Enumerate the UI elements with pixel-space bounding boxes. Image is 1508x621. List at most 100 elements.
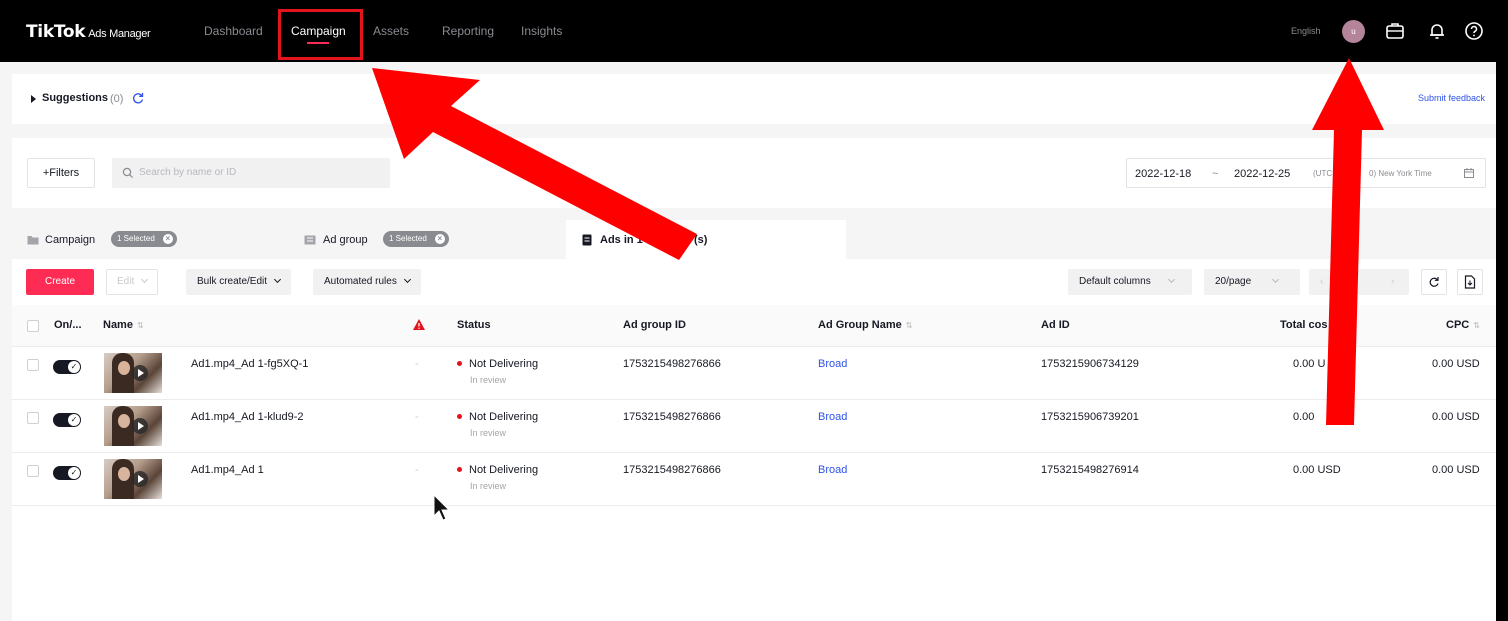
avatar[interactable]: u (1342, 20, 1365, 43)
column-ad-group-id[interactable]: Ad group ID (623, 319, 686, 331)
tab-ads[interactable]: Ads in 1 C (s) (566, 220, 846, 260)
total-cost: 0.00 U (1293, 358, 1326, 370)
automated-rules-button[interactable]: Automated rules (313, 269, 421, 295)
bulk-edit-button[interactable]: Bulk create/Edit (186, 269, 292, 295)
status-toggle[interactable]: ✓ (53, 360, 81, 374)
next-page-icon[interactable]: › (1391, 276, 1394, 287)
adgroup-selected-chip[interactable]: 1 Selected × (383, 231, 449, 247)
status-toggle[interactable]: ✓ (53, 413, 81, 427)
logo[interactable]: TikTok Ads Manager (26, 22, 151, 42)
nav-insights[interactable]: Insights (521, 24, 562, 38)
nav-reporting[interactable]: Reporting (442, 24, 494, 38)
help-icon[interactable] (1463, 20, 1485, 42)
refresh-icon[interactable] (131, 91, 145, 105)
date-range-picker[interactable]: 2022-12-18 ~ 2022-12-25 (UTC 0) New York… (1126, 158, 1486, 188)
row-checkbox[interactable] (27, 465, 39, 477)
search-placeholder: Search by name or ID (139, 167, 237, 178)
thumbnail-face (118, 414, 130, 428)
columns-select[interactable]: Default columns (1068, 269, 1192, 295)
submit-feedback-link[interactable]: Submit feedback (1418, 93, 1485, 103)
ad-name[interactable]: Ad1.mp4_Ad 1-klud9-2 (191, 411, 304, 423)
select-all-checkbox[interactable] (27, 320, 39, 332)
filter-bar: +Filters Search by name or ID 2022-12-18… (12, 138, 1496, 208)
export-button[interactable] (1457, 269, 1483, 295)
play-icon[interactable] (132, 471, 148, 487)
bell-icon[interactable] (1426, 20, 1448, 42)
campaign-highlight-box (278, 9, 363, 60)
issue-cell: - (415, 358, 419, 370)
search-input[interactable]: Search by name or ID (112, 158, 390, 188)
table-row[interactable]: ✓ Ad1.mp4_Ad 1-fg5XQ-1 - Not Delivering … (12, 347, 1496, 400)
ad-thumbnail[interactable] (104, 353, 162, 393)
status-toggle[interactable]: ✓ (53, 466, 81, 480)
row-checkbox[interactable] (27, 412, 39, 424)
row-checkbox[interactable] (27, 359, 39, 371)
pagination[interactable]: ‹ 1 › (1309, 269, 1409, 295)
column-on-off[interactable]: On/... (54, 319, 82, 331)
ad-thumbnail[interactable] (104, 459, 162, 499)
tab-ads-suffix: (s) (694, 234, 708, 246)
column-ad-group-name[interactable]: Ad Group Name ⇅ (818, 319, 912, 331)
status-cell: Not Delivering (457, 411, 538, 423)
check-icon: ✓ (68, 467, 80, 479)
column-name[interactable]: Name ⇅ (103, 319, 144, 331)
ad-group-id: 1753215498276866 (623, 358, 721, 370)
sort-icon[interactable]: ⇅ (906, 321, 913, 330)
tab-ad-group[interactable]: Ad group (323, 234, 368, 246)
ad-group-name-link[interactable]: Broad (818, 358, 847, 370)
date-start: 2022-12-18 (1135, 168, 1192, 180)
tab-campaign[interactable]: Campaign (45, 234, 95, 246)
refresh-icon (1429, 277, 1439, 287)
columns-label: Default columns (1079, 276, 1151, 287)
chevron-down-icon (1167, 275, 1175, 284)
chevron-down-icon (1272, 275, 1280, 284)
ad-group-name-link[interactable]: Broad (818, 464, 847, 476)
issue-cell: - (415, 464, 419, 476)
ad-group-id: 1753215498276866 (623, 464, 721, 476)
status-dot-icon (457, 414, 462, 419)
column-cpc[interactable]: CPC ⇅ (1446, 319, 1480, 331)
total-cost: 0.00 (1293, 411, 1315, 423)
column-status[interactable]: Status (457, 319, 491, 331)
sort-icon[interactable]: ⇅ (1473, 321, 1480, 330)
ad-group-name-link[interactable]: Broad (818, 411, 847, 423)
suggestions-title[interactable]: Suggestions (42, 92, 108, 104)
table-row[interactable]: ✓ Ad1.mp4_Ad 1 - Not Delivering In revie… (12, 453, 1496, 506)
filters-button[interactable]: +Filters (27, 158, 95, 188)
nav-dashboard[interactable]: Dashboard (204, 24, 263, 38)
level-tabs: Campaign 1 Selected × Ad group 1 Selected… (12, 220, 1496, 260)
ad-name[interactable]: Ad1.mp4_Ad 1-fg5XQ-1 (191, 358, 308, 370)
check-icon: ✓ (68, 361, 80, 373)
campaign-selected-chip[interactable]: 1 Selected × (111, 231, 177, 247)
column-cpc-label: CPC (1446, 319, 1470, 331)
ad-thumbnail[interactable] (104, 406, 162, 446)
cpc: 0.00 USD (1432, 358, 1480, 370)
page-size-select[interactable]: 20/page (1204, 269, 1300, 295)
date-end: 2022-12-25 (1234, 168, 1291, 180)
play-icon[interactable] (132, 418, 148, 434)
expand-caret-icon[interactable] (31, 95, 36, 103)
column-name-label: Name (103, 319, 133, 331)
product-name: Ads Manager (88, 28, 151, 40)
refresh-table-button[interactable] (1421, 269, 1447, 295)
briefcase-icon[interactable] (1384, 20, 1406, 42)
close-icon[interactable]: × (162, 234, 173, 244)
column-total-cost[interactable]: Total cos (1280, 319, 1327, 331)
ad-icon (582, 234, 592, 246)
edit-button[interactable]: Edit (106, 269, 159, 295)
suggestions-count: (0) (110, 93, 124, 105)
table-row[interactable]: ✓ Ad1.mp4_Ad 1-klud9-2 - Not Delivering … (12, 400, 1496, 453)
close-icon[interactable]: × (434, 234, 445, 244)
thumbnail-face (118, 361, 130, 375)
column-ad-id[interactable]: Ad ID (1041, 319, 1070, 331)
status-dot-icon (457, 467, 462, 472)
sort-icon[interactable]: ⇅ (137, 321, 144, 330)
play-icon[interactable] (132, 365, 148, 381)
ad-id: 1753215498276914 (1041, 464, 1139, 476)
ad-name[interactable]: Ad1.mp4_Ad 1 (191, 464, 264, 476)
prev-page-icon[interactable]: ‹ (1320, 276, 1323, 287)
create-button[interactable]: Create (26, 269, 94, 295)
ad-group-id: 1753215498276866 (623, 411, 721, 423)
nav-assets[interactable]: Assets (373, 24, 409, 38)
language-selector[interactable]: English (1291, 26, 1321, 36)
